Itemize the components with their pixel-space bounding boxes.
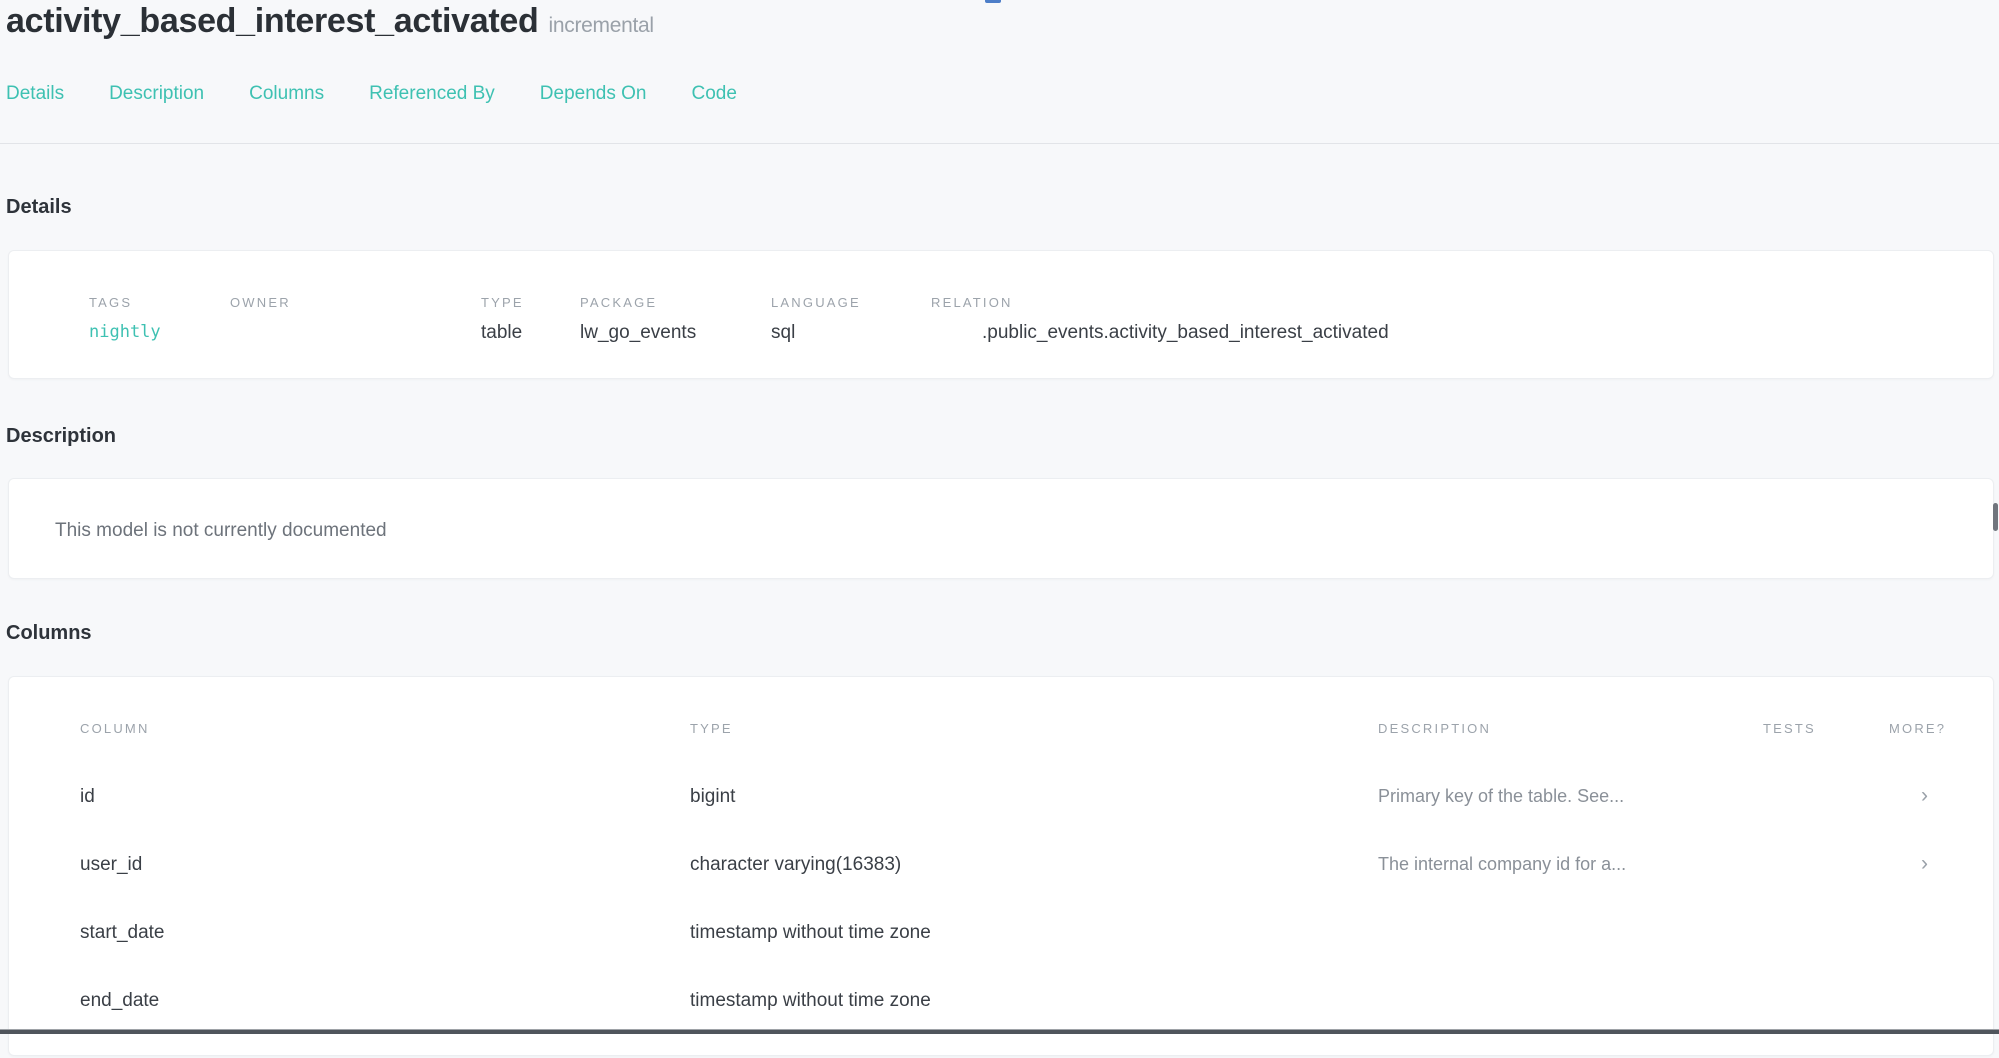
field-label-type: TYPE [481,295,580,310]
header-column: COLUMN [80,721,690,736]
header-tests: TESTS [1763,721,1889,736]
tab-columns[interactable]: Columns [249,83,324,105]
model-section-tabs: Details Description Columns Referenced B… [6,83,737,105]
details-card: TAGS nightly OWNER TYPE table PACKAGE lw… [8,250,1994,379]
page-scrollbar-thumb[interactable] [1993,503,1998,531]
column-name: start_date [80,922,690,944]
tab-description[interactable]: Description [109,83,204,105]
materialization-badge: incremental [549,14,654,37]
field-tags: TAGS nightly [89,295,230,344]
table-row-id[interactable]: id bigint Primary key of the table. See.… [80,786,1977,854]
language-value: sql [771,322,931,344]
column-description: The internal company id for a... [1378,854,1763,875]
type-value: table [481,322,580,344]
column-name: user_id [80,854,690,876]
model-name: activity_based_interest_activated [6,2,539,40]
field-relation: RELATION .public_events.activity_based_i… [931,295,1993,344]
header-description: DESCRIPTION [1378,721,1763,736]
table-row-start-date[interactable]: start_date timestamp without time zone [80,922,1977,990]
header-more: MORE? [1889,721,1977,736]
field-owner: OWNER [230,295,481,344]
page-title: activity_based_interest_activated increme… [6,2,654,41]
table-row-user-id[interactable]: user_id character varying(16383) The int… [80,854,1977,922]
tab-code[interactable]: Code [691,83,736,105]
field-label-tags: TAGS [89,295,230,310]
field-type: TYPE table [481,295,580,344]
field-label-package: PACKAGE [580,295,771,310]
field-language: LANGUAGE sql [771,295,931,344]
column-type: timestamp without time zone [690,990,1378,1012]
columns-card: COLUMN TYPE DESCRIPTION TESTS MORE? id b… [8,676,1994,1056]
columns-section-heading: Columns [6,622,92,645]
details-fields: TAGS nightly OWNER TYPE table PACKAGE lw… [9,251,1993,344]
header-type: TYPE [690,721,1378,736]
field-label-relation: RELATION [931,295,1993,310]
chevron-right-icon[interactable]: › [1889,854,1977,873]
tab-referenced-by[interactable]: Referenced By [369,83,495,105]
field-label-language: LANGUAGE [771,295,931,310]
table-row-end-date[interactable]: end_date timestamp without time zone [80,990,1977,1058]
details-section-heading: Details [6,196,72,219]
cut-off-link-fragment [985,0,1001,3]
tag-nightly-link[interactable]: nightly [89,322,230,342]
columns-table: COLUMN TYPE DESCRIPTION TESTS MORE? id b… [9,677,1993,1058]
description-section-heading: Description [6,425,116,448]
header-divider [0,143,1999,144]
description-card: This model is not currently documented [8,478,1994,579]
columns-table-header: COLUMN TYPE DESCRIPTION TESTS MORE? [80,721,1977,786]
column-name: end_date [80,990,690,1012]
window-bottom-edge [0,1029,1999,1034]
description-body: This model is not currently documented [9,479,1993,542]
column-type: character varying(16383) [690,854,1378,876]
column-description: Primary key of the table. See... [1378,786,1763,807]
tab-details[interactable]: Details [6,83,64,105]
field-label-owner: OWNER [230,295,481,310]
tab-depends-on[interactable]: Depends On [540,83,647,105]
package-value: lw_go_events [580,322,771,344]
column-type: timestamp without time zone [690,922,1378,944]
column-name: id [80,786,690,808]
chevron-right-icon[interactable]: › [1889,786,1977,805]
field-package: PACKAGE lw_go_events [580,295,771,344]
relation-value: .public_events.activity_based_interest_a… [931,322,1993,344]
model-docs-page: activity_based_interest_activated increme… [0,0,1999,1034]
column-type: bigint [690,786,1378,808]
